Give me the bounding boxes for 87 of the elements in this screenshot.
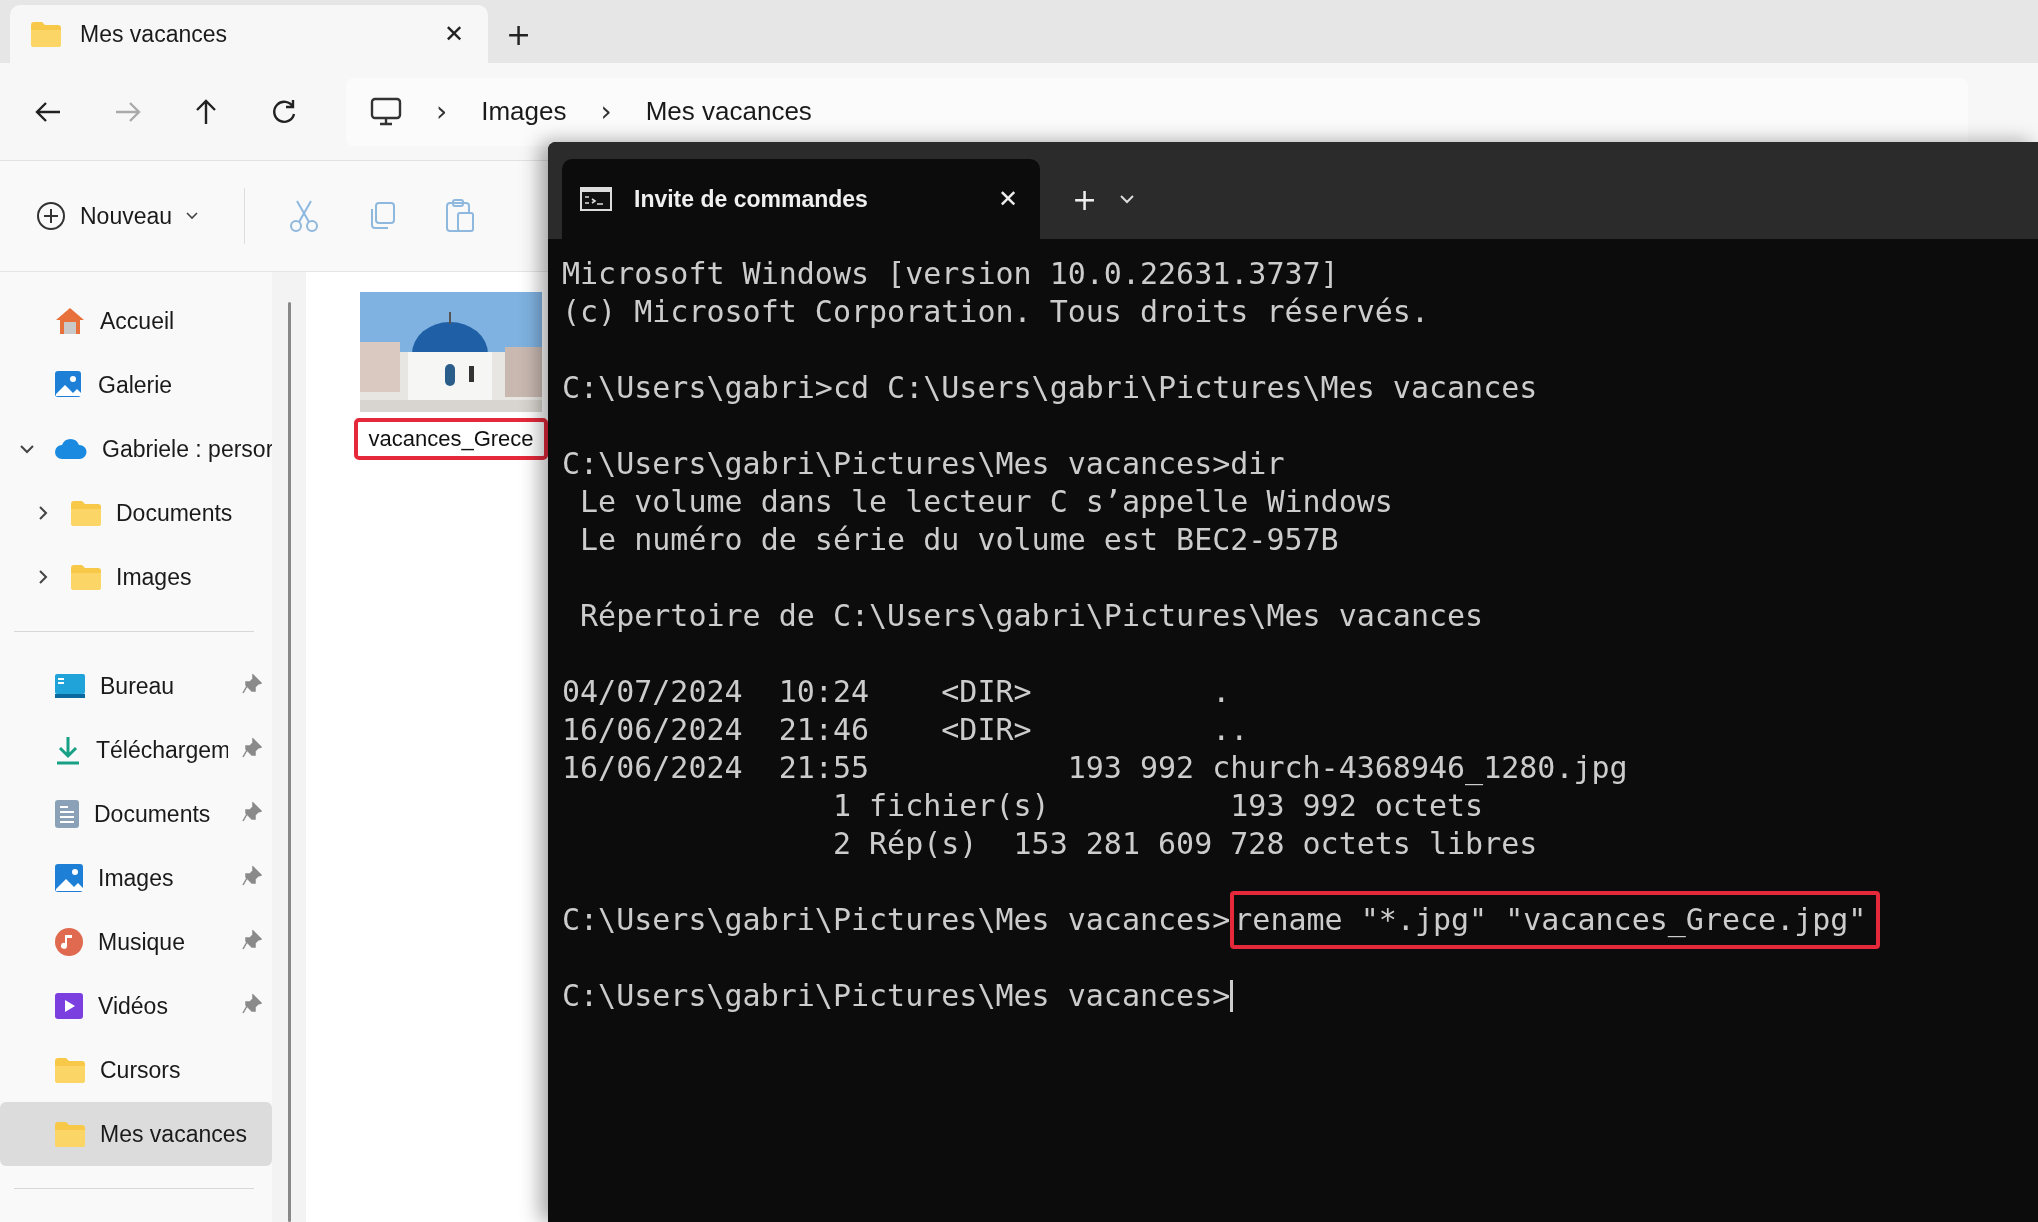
tab-title: Mes vacances bbox=[80, 20, 228, 48]
video-icon bbox=[54, 991, 84, 1021]
arrow-right-icon bbox=[114, 99, 142, 124]
terminal-prompt: C:\Users\gabri\Pictures\Mes vacances> bbox=[562, 977, 1231, 1015]
folder-icon bbox=[54, 1121, 86, 1147]
folder-icon bbox=[70, 500, 102, 526]
folder-icon bbox=[70, 564, 102, 590]
plus-circle-icon bbox=[36, 201, 66, 231]
terminal-line: (c) Microsoft Corporation. Tous droits réservés. bbox=[562, 293, 1429, 331]
scrollbar[interactable] bbox=[287, 302, 291, 1222]
sidebar-item[interactable]: Vidéos bbox=[0, 974, 272, 1038]
close-button[interactable]: ✕ bbox=[439, 16, 468, 52]
terminal-line: Répertoire de C:\Users\gabri\Pictures\Mes vacances bbox=[579, 597, 1484, 635]
text-cursor bbox=[1230, 980, 1234, 1012]
monitor-icon bbox=[54, 673, 86, 699]
terminal-line: 1 fichier(s) 193 992 octets bbox=[831, 787, 1484, 825]
terminal-line: C:\Users\gabri\Pictures\Mes vacances>dir bbox=[562, 445, 1285, 483]
sidebar-item[interactable]: Cursors bbox=[0, 1038, 272, 1102]
breadcrumb-separator: › bbox=[600, 95, 612, 128]
sidebar-item[interactable]: Images bbox=[0, 846, 272, 910]
sidebar-item[interactable]: Accueil bbox=[0, 289, 272, 353]
pin-icon[interactable] bbox=[242, 930, 262, 950]
sidebar-label: Images bbox=[116, 563, 193, 591]
terminal-tab[interactable]: Invite de commandes ✕ bbox=[562, 159, 1040, 239]
caret-icon bbox=[186, 212, 199, 220]
terminal-command: rename "*.jpg" "vacances_Grece.jpg" bbox=[1230, 891, 1881, 949]
terminal-prompt: C:\Users\gabri\Pictures\Mes vacances> bbox=[562, 901, 1231, 939]
sidebar-item[interactable]: Documents bbox=[0, 782, 272, 846]
scissors-icon bbox=[289, 199, 320, 233]
download-icon bbox=[54, 735, 82, 765]
sidebar-label: Documents bbox=[94, 800, 212, 828]
breadcrumb-item[interactable]: Mes vacances bbox=[645, 96, 812, 127]
music-icon bbox=[54, 927, 84, 957]
cloud-icon bbox=[54, 438, 88, 460]
refresh-icon bbox=[270, 97, 298, 126]
terminal-icon bbox=[580, 187, 612, 211]
terminal-line: Le numéro de série du volume est BEC2-957B bbox=[579, 521, 1339, 559]
gallery-icon bbox=[54, 370, 84, 400]
new-tab-button[interactable]: + bbox=[1068, 177, 1102, 221]
sidebar-label: Bureau bbox=[100, 672, 176, 700]
monitor-icon bbox=[370, 96, 402, 127]
folder-icon bbox=[30, 21, 62, 47]
sidebar-label: Musique bbox=[98, 928, 186, 956]
sidebar-item[interactable]: Documents bbox=[0, 481, 272, 545]
breadcrumb-item[interactable]: Images bbox=[481, 96, 567, 127]
terminal-line: 16/06/2024 21:55 193 992 church-4368946_1280.jpg bbox=[562, 749, 1628, 787]
address-bar[interactable]: › Images › Mes vacances bbox=[346, 77, 1968, 146]
pin-icon[interactable] bbox=[242, 802, 262, 822]
clipboard-icon bbox=[445, 199, 476, 233]
sidebar-item[interactable]: Galerie bbox=[0, 353, 272, 417]
folder-icon bbox=[54, 1057, 86, 1083]
sidebar-label: Documents bbox=[116, 499, 234, 527]
sidebar-label: Cursors bbox=[100, 1056, 182, 1084]
terminal-line: 04/07/2024 10:24 <DIR> . bbox=[562, 673, 1231, 711]
terminal-line: C:\Users\gabri>cd C:\Users\gabri\Pictures\Mes vacances bbox=[562, 369, 1538, 407]
terminal-line: Le volume dans le lecteur C s’appelle Windows bbox=[579, 483, 1393, 521]
pin-icon[interactable] bbox=[242, 866, 262, 886]
explorer-tab[interactable]: Mes vacances ✕ bbox=[10, 5, 488, 63]
new-tab-button[interactable]: + bbox=[502, 5, 536, 63]
pin-icon[interactable] bbox=[242, 738, 262, 758]
sidebar-label: Vidéos bbox=[98, 992, 169, 1020]
file-name[interactable]: vacances_Grece bbox=[354, 418, 548, 460]
image-icon bbox=[54, 863, 84, 893]
sidebar-label: Mes vacances bbox=[100, 1120, 248, 1148]
arrow-left-icon bbox=[34, 99, 62, 124]
sidebar-item[interactable]: Musique bbox=[0, 910, 272, 974]
terminal-line: 2 Rép(s) 153 281 609 728 octets libres bbox=[831, 825, 1538, 863]
close-button[interactable]: ✕ bbox=[993, 181, 1022, 217]
document-icon bbox=[54, 799, 80, 829]
home-icon bbox=[54, 306, 86, 336]
sidebar-item[interactable]: Images bbox=[0, 545, 272, 609]
terminal-line: 16/06/2024 21:46 <DIR> .. bbox=[562, 711, 1249, 749]
caret-icon bbox=[1119, 194, 1136, 204]
sidebar-label: Accueil bbox=[100, 307, 176, 335]
sidebar-label: Téléchargem bbox=[96, 736, 228, 764]
sidebar-item[interactable]: Mes vacances bbox=[0, 1102, 272, 1166]
pin-icon[interactable] bbox=[242, 994, 262, 1014]
sidebar-label: Galerie bbox=[98, 371, 174, 399]
sidebar-item[interactable]: Bureau bbox=[0, 654, 272, 718]
tab-title: Invite de commandes bbox=[634, 185, 869, 213]
sidebar-label: Images bbox=[98, 864, 175, 892]
pin-icon[interactable] bbox=[242, 674, 262, 694]
arrow-up-icon bbox=[194, 97, 218, 126]
breadcrumb-separator: › bbox=[436, 95, 448, 128]
sidebar-item[interactable]: Téléchargem bbox=[0, 718, 272, 782]
new-button[interactable]: Nouveau bbox=[30, 195, 205, 237]
terminal-line: Microsoft Windows [version 10.0.22631.3737] bbox=[562, 255, 1339, 293]
